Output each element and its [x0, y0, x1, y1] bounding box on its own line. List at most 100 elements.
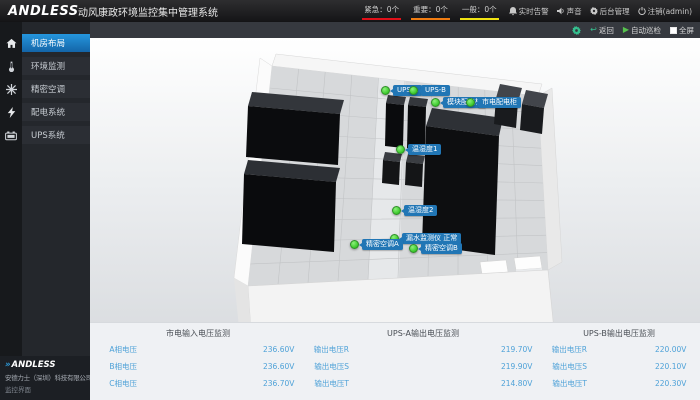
sidebar-menu: 机房布局 环境监测 精密空调 配电系统: [0, 34, 90, 149]
sound-button[interactable]: 声音: [557, 6, 582, 17]
sidebar-item-ups-system[interactable]: UPS系统: [0, 126, 90, 144]
bar-label: 输出电压T: [304, 378, 352, 389]
marker-label: 精密空调A: [362, 239, 403, 250]
bar-label: 输出电压S: [304, 361, 352, 372]
bar-value: 220.10V: [652, 362, 696, 371]
sound-label: 声音: [567, 6, 582, 17]
alarm-critical-count[interactable]: 紧急：0个: [362, 2, 401, 20]
room-marker[interactable]: 温湿度2: [392, 205, 437, 216]
sidebar-item-label: 配电系统: [22, 103, 90, 121]
bar-value: 219.70V: [498, 345, 542, 354]
chart-title: 市电输入电压监测: [92, 328, 304, 339]
realtime-alarm-label: 实时告警: [519, 6, 549, 17]
sidebar-item-power-distribution[interactable]: 配电系统: [0, 103, 90, 121]
footer-logo: »ANDLESS: [5, 360, 85, 370]
sidebar: 机房布局 环境监测 精密空调 配电系统: [0, 22, 90, 400]
status-dot-icon: [350, 240, 359, 249]
room-marker[interactable]: UPS-B: [409, 85, 450, 96]
bar-track: [352, 361, 498, 371]
chart-ups-b-output: UPS-B输出电压监测 输出电压R 220.00V 输出电压S 220.10V …: [542, 325, 696, 400]
bar-label: A相电压: [92, 344, 140, 355]
settings-button[interactable]: [572, 26, 581, 35]
room-marker-layer: UPS-AUPS-B模块配电柜市电配电柜温湿度1温湿度2漏水监测仪 正常精密空调…: [90, 38, 700, 322]
marker-label: UPS-B: [421, 85, 450, 96]
admin-backend-button[interactable]: 后台管理: [590, 6, 630, 17]
bar-value: 236.60V: [260, 345, 304, 354]
bar-row: A相电压 236.60V: [92, 343, 304, 355]
status-dot-icon: [466, 98, 475, 107]
bar-row: 输出电压R 220.00V: [542, 343, 696, 355]
bar-row: C相电压 236.70V: [92, 377, 304, 389]
bar-label: C相电压: [92, 378, 140, 389]
sidebar-footer: »ANDLESS 安德力士（深圳）科技有限公司 监控界面: [0, 356, 90, 400]
bar-label: 输出电压R: [304, 344, 352, 355]
gear-icon: [590, 7, 598, 15]
sidebar-item-label: UPS系统: [22, 126, 90, 144]
alarm-minor-count[interactable]: 一般：0个: [460, 2, 499, 20]
bar-value: 220.30V: [652, 379, 696, 388]
bar-row: 输出电压R 219.70V: [304, 343, 542, 355]
alarm-major-count[interactable]: 重要：0个: [411, 2, 450, 20]
bar-label: 输出电压T: [542, 378, 590, 389]
fullscreen-icon: [670, 27, 677, 34]
sidebar-item-room-layout[interactable]: 机房布局: [0, 34, 90, 52]
alarm-counters: 紧急：0个 重要：0个 一般：0个: [362, 2, 498, 20]
bar-label: 输出电压S: [542, 361, 590, 372]
bar-row: 输出电压S 219.90V: [304, 360, 542, 372]
bar-row: 输出电压S 220.10V: [542, 360, 696, 372]
room-marker[interactable]: 温湿度1: [396, 144, 441, 155]
chevrons-icon: »: [5, 360, 11, 370]
fullscreen-button[interactable]: 全屏: [670, 25, 694, 36]
bar-track: [352, 344, 498, 354]
bar-row: 输出电压T 220.30V: [542, 377, 696, 389]
bar-label: 输出电压R: [542, 344, 590, 355]
sidebar-item-precision-ac[interactable]: 精密空调: [0, 80, 90, 98]
status-dot-icon: [409, 244, 418, 253]
battery-icon: [0, 126, 22, 144]
realtime-alarm-button[interactable]: 实时告警: [509, 6, 549, 17]
logout-label: 注销(admin): [648, 6, 692, 17]
sidebar-item-label: 机房布局: [22, 34, 90, 52]
lightning-icon: [0, 103, 22, 121]
marker-label: 市电配电柜: [478, 97, 521, 108]
back-button[interactable]: ↩ 返回: [590, 25, 614, 36]
bar-row: B相电压 236.60V: [92, 360, 304, 372]
top-bar: ANDLESS 动风康政环境监控集中管理系统 紧急：0个 重要：0个 一般：0个…: [0, 0, 700, 22]
chart-title: UPS-A输出电压监测: [304, 328, 542, 339]
auto-patrol-label: 自动巡检: [631, 25, 661, 36]
status-dot-icon: [396, 145, 405, 154]
home-icon: [0, 34, 22, 52]
sidebar-item-environment[interactable]: 环境监测: [0, 57, 90, 75]
logout-icon: [638, 7, 646, 15]
thermometer-icon: [0, 57, 22, 75]
bar-track: [590, 361, 652, 371]
bar-track: [590, 344, 652, 354]
status-dot-icon: [381, 86, 390, 95]
footer-caption: 监控界面: [5, 384, 85, 394]
back-label: 返回: [599, 25, 614, 36]
room-marker[interactable]: 精密空调B: [409, 243, 462, 254]
marker-label: 精密空调B: [421, 243, 462, 254]
brand-logo: ANDLESS: [0, 4, 78, 19]
bar-track: [140, 361, 260, 371]
sidebar-item-label: 精密空调: [22, 80, 90, 98]
snowflake-icon: [0, 80, 22, 98]
bell-icon: [509, 7, 517, 16]
view-toolbar: ↩ 返回 ▶ 自动巡检 全屏: [90, 22, 700, 38]
app-window: ANDLESS 动风康政环境监控集中管理系统 紧急：0个 重要：0个 一般：0个…: [0, 0, 700, 400]
room-marker[interactable]: 精密空调A: [350, 239, 403, 250]
header-buttons: 实时告警 声音 后台管理 注销(admin): [509, 6, 692, 17]
logout-button[interactable]: 注销(admin): [638, 6, 692, 17]
bar-value: 214.80V: [498, 379, 542, 388]
bar-track: [352, 378, 498, 388]
gear-icon: [572, 26, 581, 35]
auto-patrol-button[interactable]: ▶ 自动巡检: [623, 25, 661, 36]
status-dot-icon: [392, 206, 401, 215]
marker-label: 温湿度2: [404, 205, 437, 216]
play-icon: ▶: [623, 26, 629, 34]
room-marker[interactable]: 市电配电柜: [466, 97, 521, 108]
marker-label: 温湿度1: [408, 144, 441, 155]
bar-track: [140, 344, 260, 354]
chart-title: UPS-B输出电压监测: [542, 328, 696, 339]
admin-backend-label: 后台管理: [600, 6, 630, 17]
